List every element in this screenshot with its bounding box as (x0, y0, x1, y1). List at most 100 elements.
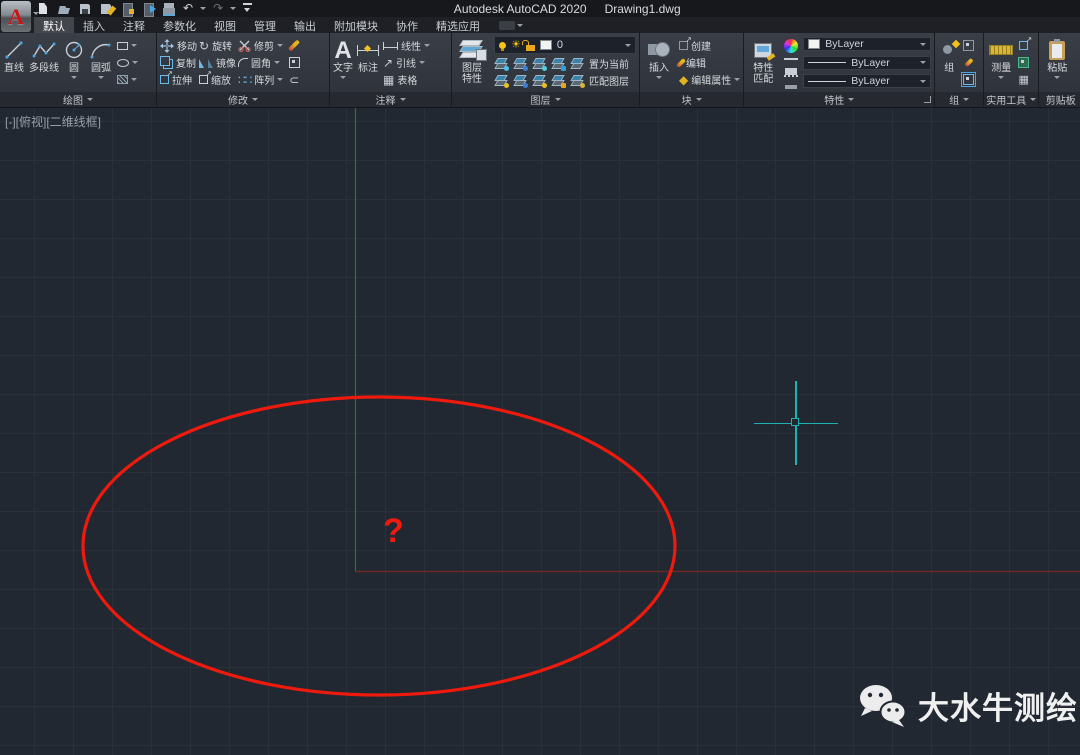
linear-dim-tool[interactable]: 线性 (383, 37, 430, 54)
panel-group-footer[interactable]: 组 (935, 92, 983, 107)
array-tool[interactable]: ∷∷阵列 (238, 71, 283, 88)
plot-icon[interactable] (162, 2, 176, 15)
layer-freeze-icon[interactable] (532, 58, 546, 69)
stretch-tool[interactable]: 拉伸 (160, 71, 197, 88)
leader-tool[interactable]: ↗引线 (383, 54, 430, 71)
ellipse-tool[interactable] (117, 54, 138, 71)
panel-properties-footer[interactable]: 特性 (744, 92, 934, 107)
tab-insert[interactable]: 插入 (74, 17, 114, 33)
rectangle-dropdown-icon[interactable] (131, 44, 137, 47)
leader-dropdown-icon[interactable] (419, 61, 425, 64)
match-layer-button[interactable]: 匹配图层 (589, 73, 629, 88)
app-menu-button[interactable]: A (1, 1, 31, 32)
set-current-button[interactable]: 置为当前 (589, 56, 629, 71)
paste-tool[interactable]: 粘贴 (1042, 35, 1072, 90)
layer-lock-icon[interactable] (551, 58, 565, 69)
open-file-icon[interactable] (57, 2, 71, 15)
join-tool[interactable]: ⊂ (289, 71, 299, 88)
lineweight-combo-dropdown-icon[interactable] (920, 61, 926, 64)
linetype-combo-dropdown-icon[interactable] (920, 80, 926, 83)
redo-icon[interactable]: ↷ (213, 2, 223, 15)
point-style-tool[interactable] (1018, 54, 1029, 71)
panel-layers-footer[interactable]: 图层 (452, 92, 639, 107)
trim-dropdown-icon[interactable] (277, 44, 283, 47)
tab-annotate[interactable]: 注释 (114, 17, 154, 33)
edit-block-tool[interactable]: 编辑 (679, 54, 740, 71)
layer-unlock-icon[interactable] (526, 45, 535, 51)
paste-dropdown-icon[interactable] (1054, 76, 1060, 79)
tab-view[interactable]: 视图 (205, 17, 245, 33)
lineweight-combo[interactable]: ByLayer (803, 56, 931, 70)
measure-dropdown-icon[interactable] (998, 76, 1004, 79)
text-tool[interactable]: A 文字 (333, 35, 353, 90)
question-mark-text[interactable]: ? (383, 512, 404, 551)
layer-unlock-all-icon[interactable] (551, 75, 565, 86)
save-as-icon[interactable] (99, 2, 113, 15)
match-layer-icon[interactable] (570, 75, 584, 86)
panel-draw-footer[interactable]: 绘图 (0, 92, 156, 107)
layer-off-icon[interactable] (494, 58, 508, 69)
workspace-switch-icon[interactable] (499, 21, 515, 30)
circle-dropdown-icon[interactable] (71, 76, 77, 79)
tab-collaborate[interactable]: 协作 (387, 17, 427, 33)
dimension-tool[interactable]: 标注 (357, 35, 379, 90)
panel-modify-footer[interactable]: 修改 (157, 92, 329, 107)
scale-tool[interactable]: 缩放 (199, 71, 236, 88)
open-from-web-icon[interactable] (141, 2, 155, 15)
edit-attributes-dropdown-icon[interactable] (734, 78, 740, 81)
drawing-canvas[interactable]: [-][俯视][二维线框] ? 大水牛测绘 (0, 108, 1080, 755)
panel-block-footer[interactable]: 块 (640, 92, 743, 107)
arc-dropdown-icon[interactable] (98, 76, 104, 79)
layer-combo-dropdown-icon[interactable] (625, 44, 631, 47)
panel-utilities-footer[interactable]: 实用工具 (984, 92, 1038, 107)
table-tool[interactable]: ▦表格 (383, 71, 430, 88)
hatch-dropdown-icon[interactable] (131, 78, 137, 81)
group-tool[interactable]: 组 (938, 35, 960, 90)
text-dropdown-icon[interactable] (340, 76, 346, 79)
rotate-tool[interactable]: ↻旋转 (199, 37, 236, 54)
redo-dropdown-icon[interactable] (230, 7, 236, 10)
insert-block-tool[interactable]: 插入 (643, 35, 675, 90)
tab-featured-apps[interactable]: 精选应用 (427, 17, 489, 33)
layer-properties-tool[interactable]: 图层特性 (455, 35, 489, 90)
panel-annotation-footer[interactable]: 注释 (330, 92, 451, 107)
insert-dropdown-icon[interactable] (656, 76, 662, 79)
layer-select-combo[interactable]: ☀ 0 (494, 36, 636, 54)
linetype-combo[interactable]: ByLayer (803, 74, 931, 88)
undo-dropdown-icon[interactable] (200, 7, 206, 10)
tab-addins[interactable]: 附加模块 (325, 17, 387, 33)
app-menu-dropdown-icon[interactable] (33, 12, 39, 15)
layer-on-all-icon[interactable] (494, 75, 508, 86)
properties-panel-launcher-icon[interactable] (924, 96, 931, 103)
panel-clipboard-footer[interactable]: 剪贴板 (1039, 92, 1080, 107)
linear-dropdown-icon[interactable] (424, 44, 430, 47)
measure-tool[interactable]: 测量 (987, 35, 1015, 90)
object-color-combo[interactable]: ByLayer (803, 37, 931, 51)
line-tool[interactable]: 直线 (3, 35, 25, 90)
match-properties-tool[interactable]: 特性匹配 (747, 35, 779, 90)
layer-thaw-all-icon[interactable] (513, 75, 527, 86)
trim-tool[interactable]: 修剪 (238, 37, 283, 54)
tab-manage[interactable]: 管理 (245, 17, 285, 33)
move-tool[interactable]: 移动 (160, 37, 197, 54)
id-point-tool[interactable] (1019, 37, 1028, 54)
erase-tool[interactable] (292, 37, 296, 54)
explode-tool[interactable] (289, 54, 300, 71)
layer-thaw-icon[interactable]: ☀ (511, 40, 521, 51)
fillet-dropdown-icon[interactable] (274, 61, 280, 64)
lineweight-tool[interactable] (784, 54, 798, 71)
rectangle-tool[interactable] (117, 37, 138, 54)
create-block-tool[interactable]: 创建 (679, 37, 740, 54)
array-dropdown-icon[interactable] (277, 78, 283, 81)
tab-parametric[interactable]: 参数化 (154, 17, 205, 33)
hatch-tool[interactable] (117, 71, 138, 88)
tab-output[interactable]: 输出 (285, 17, 325, 33)
fillet-tool[interactable]: 圆角 (238, 54, 283, 71)
tab-home[interactable]: 默认 (34, 17, 74, 33)
undo-icon[interactable]: ↶ (183, 2, 193, 15)
layer-sun-icon[interactable] (532, 75, 546, 86)
color-combo-dropdown-icon[interactable] (920, 43, 926, 46)
save-to-web-icon[interactable] (120, 2, 134, 15)
layer-on-icon[interactable] (499, 42, 506, 49)
ungroup-tool[interactable] (963, 37, 974, 54)
